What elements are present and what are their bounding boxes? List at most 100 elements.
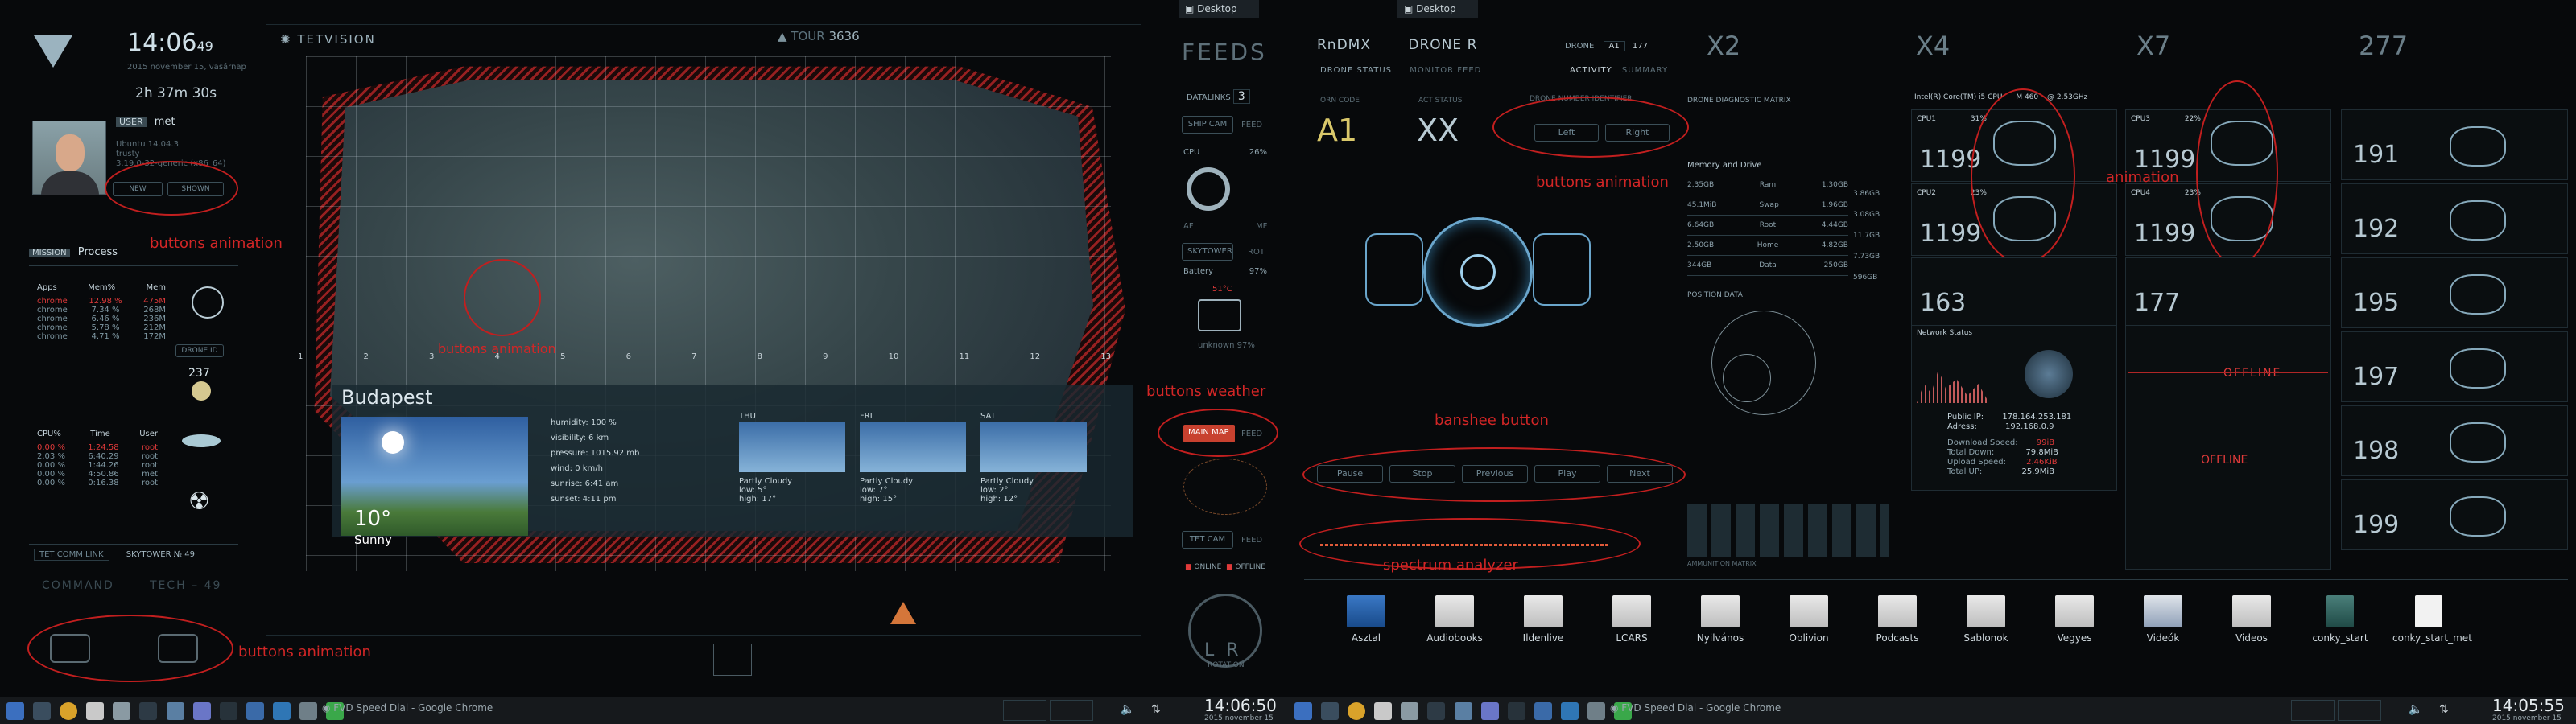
- stop-button[interactable]: Stop: [1389, 465, 1455, 483]
- file-podcasts[interactable]: Podcasts: [1861, 595, 1934, 644]
- file-conky-start[interactable]: conky_start: [2304, 595, 2376, 644]
- mem-total: 3.86GB: [1853, 190, 1880, 198]
- forecast-fri: FRI Partly Cloudy low: 7° high: 15°: [860, 412, 966, 504]
- wave-icon[interactable]: [246, 702, 264, 720]
- total-up-label: Total UP:: [1947, 467, 1983, 476]
- af-label: AF: [1183, 222, 1194, 231]
- pager-box-2[interactable]: [2338, 700, 2381, 721]
- drone-glyph-icon: [192, 286, 224, 319]
- mem-app: chrome: [37, 323, 68, 332]
- volume-icon[interactable]: 🔈: [2409, 703, 2422, 716]
- previous-button[interactable]: Previous: [1462, 465, 1528, 483]
- pager-box-1[interactable]: [1003, 700, 1046, 721]
- start-menu-icon[interactable]: [6, 702, 24, 720]
- desktop-tab-right[interactable]: ▣ Desktop: [1397, 0, 1478, 18]
- sunset: sunset: 4:11 pm: [551, 495, 617, 504]
- file-videos[interactable]: Videos: [2215, 595, 2288, 644]
- drone-status-tab[interactable]: DRONE STATUS: [1320, 66, 1392, 75]
- pointer-icon[interactable]: [1480, 702, 1499, 720]
- file-conky-start-met[interactable]: conky_start_met: [2392, 595, 2472, 644]
- folder-icon[interactable]: [1374, 702, 1393, 720]
- screen-icon[interactable]: [1507, 702, 1525, 720]
- terminal-icon[interactable]: [139, 702, 158, 720]
- pager-box-2[interactable]: [1050, 700, 1093, 721]
- file-asztal[interactable]: Asztal: [1330, 595, 1402, 644]
- pause-button[interactable]: Pause: [1317, 465, 1383, 483]
- address: 192.168.0.9: [2005, 422, 2054, 431]
- screen-icon[interactable]: [219, 702, 237, 720]
- cpu-label: CPU2: [1917, 189, 1937, 197]
- network-icon[interactable]: ⇅: [1151, 703, 1161, 716]
- mem-size: 236M: [143, 315, 166, 323]
- main-map-button[interactable]: MAIN MAP: [1183, 425, 1235, 442]
- file-ildenlive[interactable]: Ildenlive: [1507, 595, 1579, 644]
- forecast-day: SAT: [980, 412, 996, 421]
- activity-tab[interactable]: ACTIVITY: [1570, 66, 1612, 75]
- clock-seconds: 49: [196, 39, 213, 54]
- chrome-icon[interactable]: [60, 702, 78, 720]
- os-codename: trusty: [116, 150, 140, 158]
- divider: [1304, 579, 2568, 580]
- start-menu-icon[interactable]: [1294, 702, 1312, 720]
- file-manager-icon[interactable]: [113, 702, 131, 720]
- monitor-icon[interactable]: [1454, 702, 1472, 720]
- table-row: 6.64GB Root 4.44GB: [1687, 216, 1848, 236]
- pager-box-1[interactable]: [2291, 700, 2334, 721]
- drone-r: R: [1467, 37, 1478, 53]
- terminal-icon[interactable]: [1427, 702, 1446, 720]
- drone-id: 198: [2353, 437, 2400, 465]
- tool-icon[interactable]: [1587, 702, 1606, 720]
- nav-dpad-icon[interactable]: [713, 644, 752, 676]
- play-button[interactable]: Play: [1534, 465, 1600, 483]
- table-row: 2.03 % 6:40.29 root: [37, 452, 158, 461]
- file-manager-icon[interactable]: [1401, 702, 1419, 720]
- drone-id: 197: [2353, 363, 2400, 391]
- chrome-icon[interactable]: [1348, 702, 1366, 720]
- feeds-cpu: CPU 26%: [1183, 148, 1267, 157]
- app-icon[interactable]: [1560, 702, 1579, 720]
- mem-total: 596GB: [1853, 274, 1878, 282]
- tet-cam-feed: FEED: [1241, 536, 1263, 545]
- files-icon[interactable]: [1321, 702, 1340, 720]
- desktop-tab-left[interactable]: ▣ Desktop: [1179, 0, 1259, 18]
- file-sablonok[interactable]: Sablonok: [1950, 595, 2022, 644]
- forecast-high: high: 12°: [980, 495, 1018, 504]
- map-grid-numbers: 1 2 3 4 5 6 7 8 9 10 11 12 13: [298, 352, 1111, 361]
- file-nyilvanos[interactable]: Nyilvános: [1684, 595, 1757, 644]
- tool-icon[interactable]: [299, 702, 318, 720]
- taskbar-right-clock: 14:05:55 2015 november 15: [2492, 697, 2565, 722]
- file-oblivion[interactable]: Oblivion: [1773, 595, 1845, 644]
- network-icon[interactable]: ⇅: [2439, 703, 2449, 716]
- a1-big: A1: [1317, 113, 1358, 148]
- unit-177-panel: 177: [2125, 257, 2331, 327]
- file-lcars[interactable]: LCARS: [1596, 595, 1668, 644]
- volume-icon[interactable]: 🔈: [1121, 703, 1134, 716]
- ship-cam-button[interactable]: SHIP CAM: [1182, 116, 1233, 134]
- mem-total: 3.08GB: [1853, 211, 1880, 219]
- app-icon[interactable]: [272, 702, 291, 720]
- taskbar-left-window[interactable]: ◉ FVD Speed Dial - Google Chrome: [322, 702, 493, 714]
- next-button[interactable]: Next: [1607, 465, 1673, 483]
- skytower-rot: ROT: [1248, 248, 1265, 257]
- taskbar-right-window[interactable]: ◉ FVD Speed Dial - Google Chrome: [1610, 702, 1781, 714]
- monitor-feed-tab[interactable]: MONITOR FEED: [1410, 66, 1481, 75]
- summary-tab[interactable]: SUMMARY: [1622, 66, 1668, 75]
- folder-icon[interactable]: [86, 702, 105, 720]
- annotation-banshee: banshee button: [1435, 412, 1549, 429]
- pointer-icon[interactable]: [192, 702, 211, 720]
- file-audiobooks[interactable]: Audiobooks: [1418, 595, 1491, 644]
- wave-icon[interactable]: [1534, 702, 1552, 720]
- table-row: chrome 7.34 % 268M: [37, 306, 166, 315]
- table-row: chrome 4.71 % 172M: [37, 332, 166, 341]
- file-vegyes[interactable]: Vegyes: [2038, 595, 2111, 644]
- mem-free: 1.96GB: [1821, 201, 1848, 209]
- file-videok[interactable]: Videók: [2127, 595, 2199, 644]
- forecast-day: FRI: [860, 412, 873, 421]
- drone-mini-icon: [2450, 496, 2506, 537]
- files-icon[interactable]: [33, 702, 52, 720]
- tet-cam-button[interactable]: TET CAM: [1182, 531, 1233, 549]
- monitor-icon[interactable]: [166, 702, 184, 720]
- drone-id-badge: DRONE ID: [175, 344, 224, 357]
- script-icon: [2326, 595, 2354, 627]
- skytower-button[interactable]: SKYTOWER: [1182, 243, 1233, 261]
